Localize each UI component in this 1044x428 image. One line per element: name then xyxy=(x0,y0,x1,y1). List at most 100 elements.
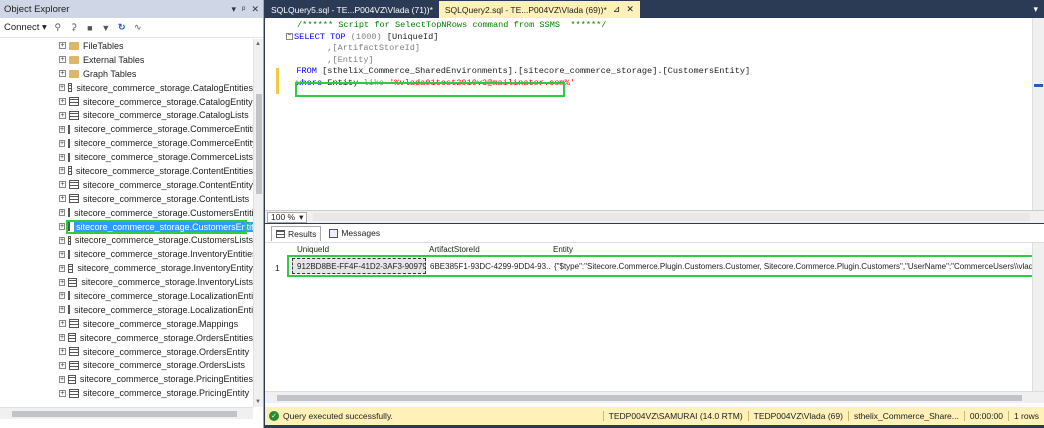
expand-icon[interactable]: + xyxy=(59,236,66,244)
tree-item[interactable]: + Graph Tables xyxy=(0,67,253,81)
tree-item[interactable]: + sitecore_commerce_storage.CommerceEntit… xyxy=(0,122,253,136)
dropdown-icon[interactable]: ▾ xyxy=(232,4,237,15)
tree-item[interactable]: + sitecore_commerce_storage.PricingEntiti… xyxy=(0,372,253,386)
tree-item[interactable]: + sitecore_commerce_storage.InventoryEnti… xyxy=(0,247,253,261)
stop-icon[interactable]: ■ xyxy=(85,23,95,33)
disconnect-icon[interactable]: ⚳ xyxy=(69,22,79,33)
collapse-icon[interactable]: − xyxy=(286,32,293,40)
cell-unique-id[interactable]: 912BD8BE-FF4F-41D2-3AF3-90979... xyxy=(292,258,426,274)
table-icon xyxy=(68,138,71,148)
tree-item[interactable]: + sitecore_commerce_storage.InventoryEnti… xyxy=(0,261,253,275)
tree-item[interactable]: + sitecore_commerce_storage.OrdersEntity xyxy=(0,345,253,359)
scrollbar-thumb[interactable] xyxy=(256,94,262,194)
tree-item[interactable]: + sitecore_commerce_storage.CommerceLists xyxy=(0,150,253,164)
tab-results[interactable]: Results xyxy=(271,225,322,241)
expand-icon[interactable]: + xyxy=(59,320,66,328)
tree-item[interactable]: + sitecore_commerce_storage.PricingEntity xyxy=(0,386,253,400)
table-icon xyxy=(69,319,79,329)
row-number[interactable]: 1 xyxy=(275,263,280,273)
tree-item[interactable]: + sitecore_commerce_storage.Mappings xyxy=(0,317,253,331)
cell-artifact-store-id[interactable]: 6BE385F1-93DC-4299-9DD4-93... xyxy=(426,258,550,274)
expand-icon[interactable]: + xyxy=(59,98,66,105)
tab-messages[interactable]: Messages xyxy=(325,226,384,240)
expand-icon[interactable]: + xyxy=(59,278,66,286)
connect-plug-icon[interactable]: ⚲ xyxy=(53,22,63,33)
expand-icon[interactable]: + xyxy=(59,167,66,175)
tab-sqlquery5[interactable]: SQLQuery5.sql - TE...P004VZ\Vlada (71))* xyxy=(265,1,439,18)
zoom-select[interactable]: 100 % ▾ xyxy=(267,211,308,223)
filter-icon[interactable]: ▼ xyxy=(101,23,111,33)
tab-sqlquery2[interactable]: SQLQuery2.sql - TE...P004VZ\Vlada (69))*… xyxy=(438,1,640,18)
scrollbar-thumb[interactable] xyxy=(12,411,237,417)
tree-item[interactable]: + sitecore_commerce_storage.CustomersEnti… xyxy=(0,219,253,234)
grid-vertical-scrollbar[interactable] xyxy=(1032,243,1044,391)
expand-icon[interactable]: + xyxy=(59,84,66,92)
tree-item[interactable]: + sitecore_commerce_storage.OrdersEntitie… xyxy=(0,331,253,345)
grid-horizontal-scrollbar[interactable] xyxy=(265,391,1044,403)
scrollbar-thumb[interactable] xyxy=(277,395,1022,401)
tree-item[interactable]: + sitecore_commerce_storage.LocalizationE… xyxy=(0,303,253,317)
tree-item[interactable]: + sitecore_commerce_storage.CatalogLists xyxy=(0,108,253,122)
expand-icon[interactable]: + xyxy=(59,306,66,314)
table-icon xyxy=(69,347,79,357)
object-explorer-horizontal-scrollbar[interactable] xyxy=(0,407,253,419)
tree-item[interactable]: + sitecore_commerce_storage.CustomersEnti… xyxy=(0,206,253,220)
expand-icon[interactable]: + xyxy=(59,348,66,356)
expand-icon[interactable]: + xyxy=(59,111,66,119)
expand-icon[interactable]: + xyxy=(59,42,66,50)
tab-pin-icon[interactable]: ⊿ xyxy=(613,4,621,15)
expand-icon[interactable]: + xyxy=(59,139,66,147)
cell-entity[interactable]: {"$type":"Sitecore.Commerce.Plugin.Custo… xyxy=(550,258,1040,274)
tree-item[interactable]: + sitecore_commerce_storage.CatalogEntity xyxy=(0,95,253,109)
tab-close-icon[interactable]: ✕ xyxy=(626,4,634,15)
tree-item[interactable]: + sitecore_commerce_storage.CatalogEntiti… xyxy=(0,81,253,95)
expand-icon[interactable]: + xyxy=(59,223,66,231)
tree-item[interactable]: + sitecore_commerce_storage.ContentEntiti… xyxy=(0,164,253,178)
expand-icon[interactable]: + xyxy=(59,70,66,78)
tree-item[interactable]: + sitecore_commerce_storage.InventoryList… xyxy=(0,275,253,289)
expand-icon[interactable]: + xyxy=(59,125,66,133)
pin-icon[interactable]: ᵖ xyxy=(242,4,245,15)
expand-icon[interactable]: + xyxy=(59,389,66,397)
code-keyword: FROM xyxy=(296,66,317,76)
sql-code[interactable]: /****** Script for SelectTopNRows comman… xyxy=(286,20,750,89)
tree-item[interactable]: + sitecore_commerce_storage.CustomersList… xyxy=(0,233,253,247)
tree-item[interactable]: + sitecore_commerce_storage.OrdersLists xyxy=(0,358,253,372)
scroll-up-icon[interactable]: ▲ xyxy=(255,41,261,47)
tree-item[interactable]: + sitecore_commerce_storage.CommerceEntit… xyxy=(0,136,253,150)
expand-icon[interactable]: + xyxy=(59,56,66,64)
tree-item-label: sitecore_commerce_storage.OrdersEntity xyxy=(83,346,250,357)
column-header[interactable]: UniqueId xyxy=(297,245,329,256)
expand-icon[interactable]: + xyxy=(59,209,66,217)
connect-button[interactable]: Connect ▾ xyxy=(4,22,47,33)
table-icon xyxy=(69,360,79,370)
tree-item[interactable]: + External Tables xyxy=(0,53,253,67)
editor-vertical-scrollbar[interactable] xyxy=(1032,18,1044,210)
tree-item[interactable]: + sitecore_commerce_storage.ContentLists xyxy=(0,192,253,206)
tab-overflow-dropdown-icon[interactable]: ▾ xyxy=(1027,4,1044,15)
tab-label: Results xyxy=(288,228,317,239)
expand-icon[interactable]: + xyxy=(59,334,66,342)
expand-icon[interactable]: + xyxy=(59,361,66,369)
expand-icon[interactable]: + xyxy=(59,250,66,258)
tree-item[interactable]: + sitecore_commerce_storage.ContentEntity xyxy=(0,178,253,192)
object-explorer-tree: + FileTables + External Tables + Graph Tables… xyxy=(0,39,253,407)
expand-icon[interactable]: + xyxy=(59,375,66,383)
expand-icon[interactable]: + xyxy=(59,153,66,161)
scroll-down-icon[interactable]: ▼ xyxy=(255,399,261,405)
object-explorer-vertical-scrollbar[interactable]: ▲ ▼ xyxy=(253,39,263,407)
expand-icon[interactable]: + xyxy=(59,181,66,189)
column-header[interactable]: ArtifactStoreId xyxy=(429,245,480,256)
close-icon[interactable]: ✕ xyxy=(251,4,259,15)
editor-horizontal-scrollbar[interactable] xyxy=(313,213,1030,221)
refresh-icon[interactable]: ↻ xyxy=(117,22,127,33)
query-editor[interactable]: /****** Script for SelectTopNRows comman… xyxy=(265,18,1044,210)
activity-monitor-icon[interactable]: ∿ xyxy=(133,22,143,33)
tree-item[interactable]: + sitecore_commerce_storage.LocalizationE… xyxy=(0,289,253,303)
expand-icon[interactable]: + xyxy=(59,195,66,203)
expand-icon[interactable]: + xyxy=(59,264,66,272)
code-table-path: [sthelix_Commerce_SharedEnvironments].[s… xyxy=(322,66,751,76)
expand-icon[interactable]: + xyxy=(59,292,66,300)
tree-item[interactable]: + FileTables xyxy=(0,39,253,53)
column-header[interactable]: Entity xyxy=(553,245,573,256)
